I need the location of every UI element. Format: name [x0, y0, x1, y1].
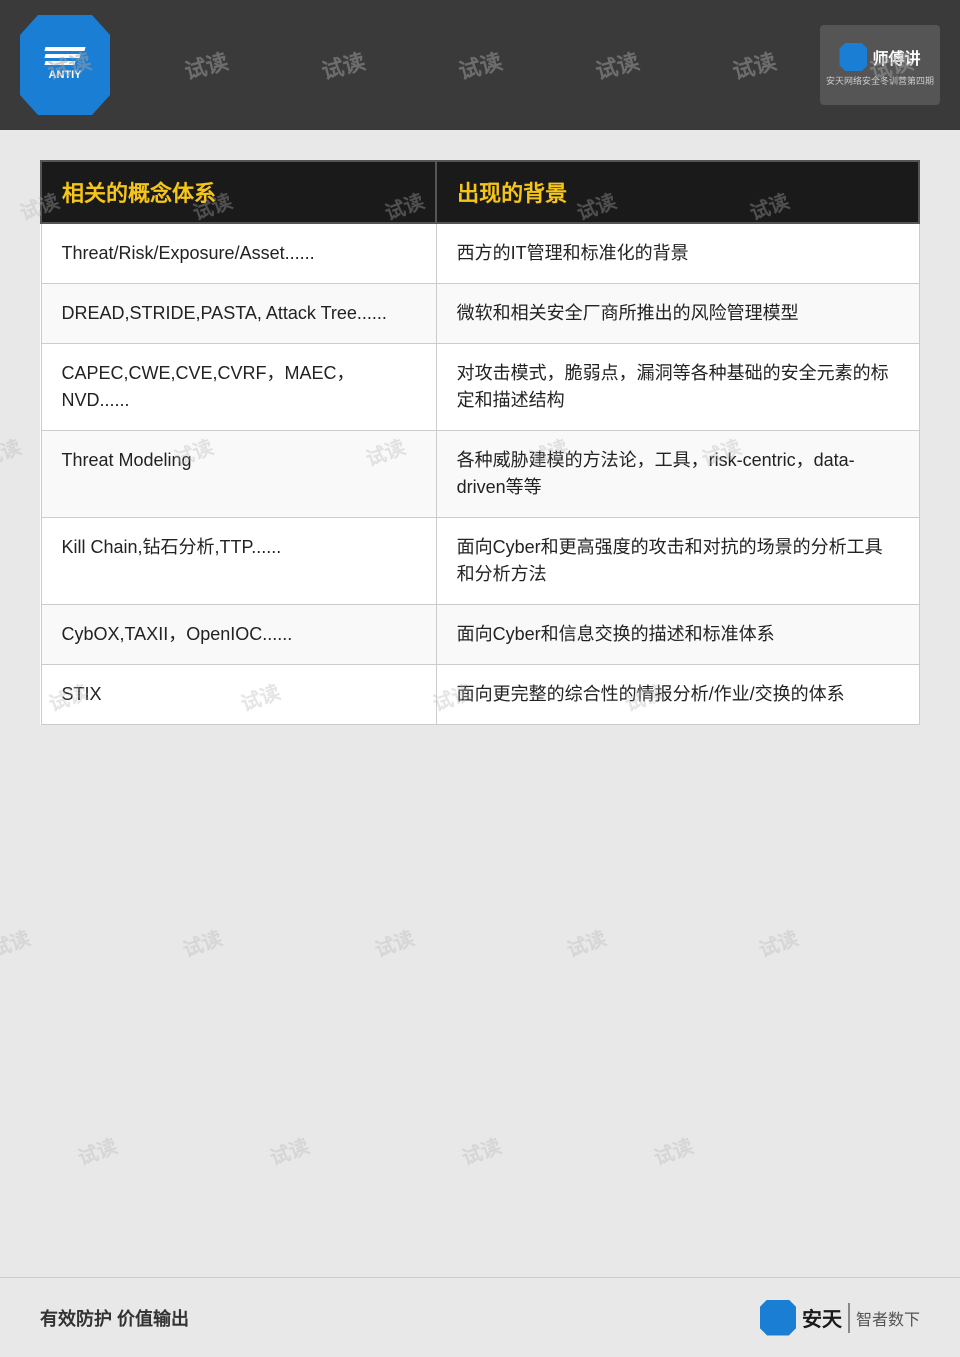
table-cell-right: 对攻击模式，脆弱点，漏洞等各种基础的安全元素的标定和描述结构	[436, 344, 919, 431]
table-cell-right: 微软和相关安全厂商所推出的风险管理模型	[436, 284, 919, 344]
table-cell-left: Kill Chain,钻石分析,TTP......	[41, 518, 436, 605]
table-cell-right: 面向Cyber和更高强度的攻击和对抗的场景的分析工具和分析方法	[436, 518, 919, 605]
main-content: 相关的概念体系 出现的背景 Threat/Risk/Exposure/Asset…	[0, 130, 960, 1357]
header-shield-icon	[839, 43, 867, 71]
logo-text: ANTIY	[49, 69, 82, 82]
wm-4: 试读	[455, 44, 506, 86]
header-right-logo: 师傅讲 安天网络安全冬训营第四期	[820, 25, 940, 105]
table-row: STIX面向更完整的综合性的情报分析/作业/交换的体系	[41, 665, 919, 725]
table-cell-left: Threat/Risk/Exposure/Asset......	[41, 223, 436, 284]
table-row: Kill Chain,钻石分析,TTP......面向Cyber和更高强度的攻击…	[41, 518, 919, 605]
table-row: Threat/Risk/Exposure/Asset......西方的IT管理和…	[41, 223, 919, 284]
table-header-right: 出现的背景	[436, 161, 919, 223]
footer-left-text: 有效防护 价值输出	[40, 1305, 189, 1331]
header-watermarks: 试读 试读 试读 试读 试读 试读 试读	[0, 0, 960, 130]
table-cell-right: 各种威胁建模的方法论，工具，risk-centric，data-driven等等	[436, 431, 919, 518]
header: ANTIY 试读 试读 试读 试读 试读 试读 试读 师傅讲 安天网络安全冬训营…	[0, 0, 960, 130]
wm-5: 试读	[592, 44, 643, 86]
header-right-title: 师傅讲	[872, 45, 920, 69]
footer-shield-icon	[760, 1300, 796, 1336]
table-header-left: 相关的概念体系	[41, 161, 436, 223]
table-row: CAPEC,CWE,CVE,CVRF，MAEC，NVD......对攻击模式，脆…	[41, 344, 919, 431]
wm-6: 试读	[729, 44, 780, 86]
table-row: CybOX,TAXII，OpenIOC......面向Cyber和信息交换的描述…	[41, 605, 919, 665]
table-cell-left: Threat Modeling	[41, 431, 436, 518]
table-cell-left: CAPEC,CWE,CVE,CVRF，MAEC，NVD......	[41, 344, 436, 431]
wm-3: 试读	[317, 44, 368, 86]
footer-brand: 安天	[802, 1303, 842, 1332]
table-cell-left: CybOX,TAXII，OpenIOC......	[41, 605, 436, 665]
footer: 有效防护 价值输出 安天 智者数下	[0, 1277, 960, 1357]
table-cell-right: 面向更完整的综合性的情报分析/作业/交换的体系	[436, 665, 919, 725]
table-cell-right: 西方的IT管理和标准化的背景	[436, 223, 919, 284]
wm-2: 试读	[180, 44, 231, 86]
table-cell-left: STIX	[41, 665, 436, 725]
footer-separator	[848, 1303, 850, 1333]
table-row: Threat Modeling各种威胁建模的方法论，工具，risk-centri…	[41, 431, 919, 518]
footer-slogan: 智者数下	[856, 1306, 920, 1330]
header-right-subtitle: 安天网络安全冬训营第四期	[826, 74, 934, 87]
table-cell-left: DREAD,STRIDE,PASTA, Attack Tree......	[41, 284, 436, 344]
concept-table: 相关的概念体系 出现的背景 Threat/Risk/Exposure/Asset…	[40, 160, 920, 725]
table-cell-right: 面向Cyber和信息交换的描述和标准体系	[436, 605, 919, 665]
antiy-logo: ANTIY	[20, 15, 110, 115]
table-row: DREAD,STRIDE,PASTA, Attack Tree......微软和…	[41, 284, 919, 344]
footer-logo: 安天 智者数下	[760, 1300, 920, 1336]
